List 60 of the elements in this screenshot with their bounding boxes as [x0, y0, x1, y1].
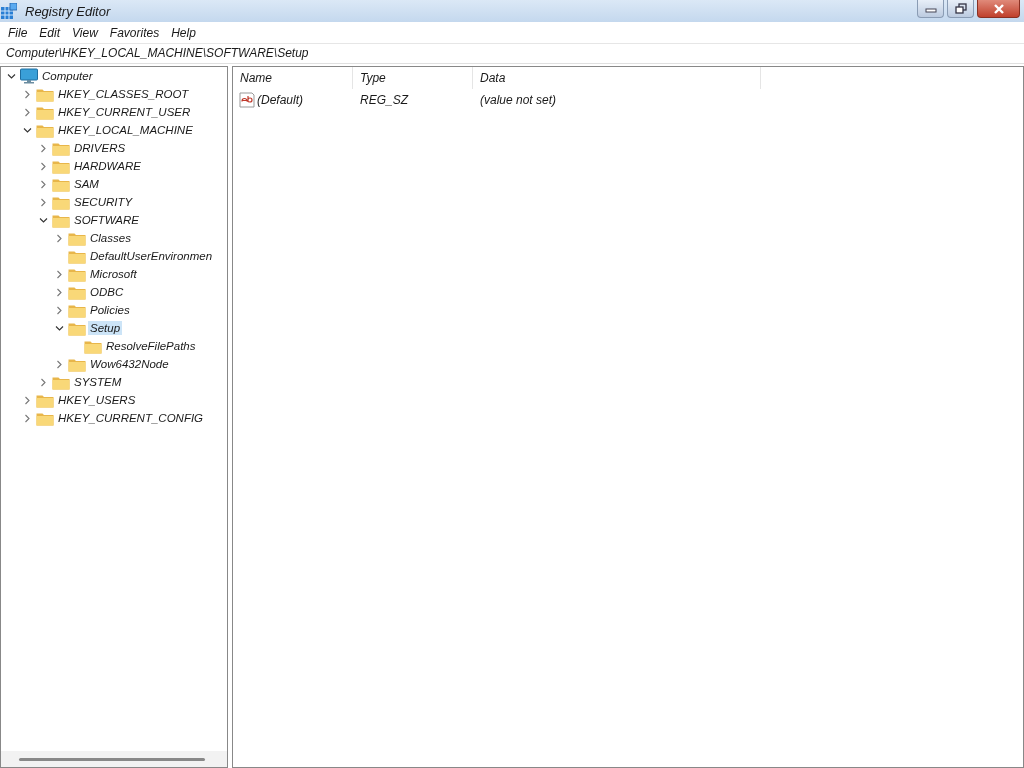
menu-item[interactable]: View — [66, 25, 104, 40]
tree-item[interactable]: Classes — [88, 231, 133, 245]
tree-item[interactable]: Setup — [88, 321, 123, 335]
chevron-down-icon[interactable] — [38, 215, 48, 225]
restore-button[interactable] — [947, 0, 974, 18]
menu-item[interactable]: File — [2, 25, 34, 40]
tree-item[interactable]: HKEY_USERS — [56, 393, 138, 407]
tree-item[interactable]: ResolveFilePaths — [104, 339, 198, 353]
string-value-icon — [239, 92, 255, 108]
tree-item[interactable]: Wow6432Node — [88, 357, 171, 371]
column-header[interactable]: Type — [353, 67, 473, 89]
horizontal-scrollbar[interactable] — [1, 751, 227, 767]
menu-item[interactable]: Favorites — [103, 25, 166, 40]
close-icon — [992, 3, 1005, 14]
value-name: (Default) — [257, 93, 303, 107]
chevron-right-icon[interactable] — [54, 359, 64, 369]
tree-item[interactable]: SOFTWARE — [72, 213, 141, 227]
tree-item[interactable]: HKEY_CURRENT_CONFIG — [56, 411, 206, 425]
tree-item[interactable]: DRIVERS — [72, 141, 128, 155]
close-button[interactable] — [977, 0, 1020, 18]
chevron-right-icon[interactable] — [38, 179, 48, 189]
tree-item[interactable]: HARDWARE — [72, 159, 143, 173]
chevron-right-icon[interactable] — [38, 197, 48, 207]
tree-item[interactable]: HKEY_CLASSES_ROOT — [56, 87, 191, 101]
chevron-right-icon[interactable] — [54, 287, 64, 297]
window-title: Registry Editor — [25, 3, 111, 19]
chevron-right-icon[interactable] — [54, 305, 64, 315]
chevron-right-icon[interactable] — [22, 89, 32, 99]
value-row[interactable]: (Default) REG_SZ (value not set) — [233, 89, 1023, 111]
tree-item[interactable]: DefaultUserEnvironmen — [88, 249, 215, 263]
chevron-right-icon[interactable] — [22, 413, 32, 423]
menu-item[interactable]: Help — [165, 25, 202, 40]
tree-item[interactable]: ODBC — [88, 285, 126, 299]
monitor-icon — [20, 68, 38, 84]
chevron-right-icon[interactable] — [38, 161, 48, 171]
chevron-right-icon[interactable] — [22, 395, 32, 405]
registry-app-icon — [1, 3, 17, 19]
value-data: (value not set) — [479, 93, 558, 107]
chevron-right-icon[interactable] — [54, 269, 64, 279]
tree-item[interactable]: SECURITY — [72, 195, 135, 209]
tree-item[interactable]: Policies — [88, 303, 132, 317]
address-bar[interactable]: Computer\HKEY_LOCAL_MACHINE\SOFTWARE\Setup — [0, 43, 1024, 64]
chevron-right-icon[interactable] — [38, 143, 48, 153]
tree-item[interactable]: HKEY_CURRENT_USER — [56, 105, 193, 119]
chevron-down-icon[interactable] — [22, 125, 32, 135]
chevron-right-icon[interactable] — [22, 107, 32, 117]
tree-item[interactable]: SAM — [72, 177, 101, 191]
tree-item[interactable]: Computer — [40, 69, 95, 83]
chevron-down-icon[interactable] — [54, 323, 64, 333]
column-header[interactable]: Data — [473, 67, 761, 89]
menu-item[interactable]: Edit — [33, 25, 67, 40]
tree-item[interactable]: Microsoft — [88, 267, 139, 281]
tree-item[interactable]: HKEY_LOCAL_MACHINE — [56, 123, 195, 137]
tree-item[interactable]: SYSTEM — [72, 375, 124, 389]
value-type: REG_SZ — [359, 93, 410, 107]
chevron-right-icon[interactable] — [38, 377, 48, 387]
restore-icon — [954, 3, 967, 14]
column-header[interactable]: Name — [233, 67, 353, 89]
chevron-right-icon[interactable] — [54, 233, 64, 243]
chevron-down-icon[interactable] — [6, 71, 16, 81]
